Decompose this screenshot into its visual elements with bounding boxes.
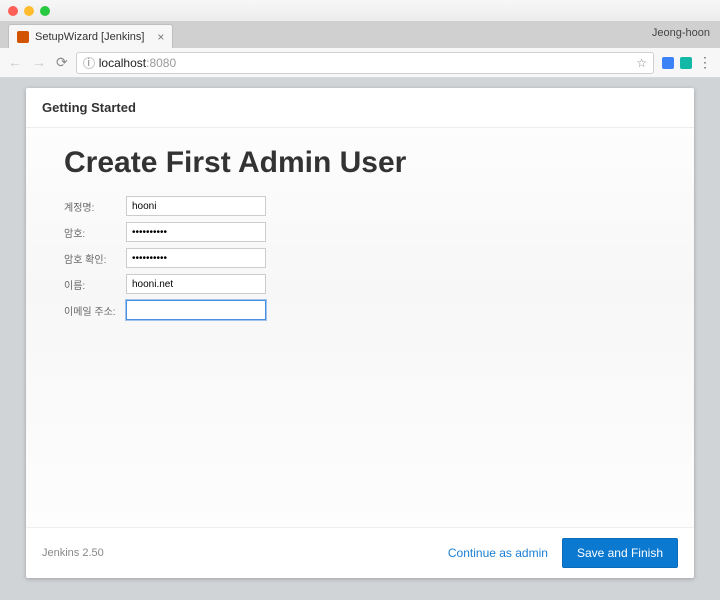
bookmark-icon[interactable]: ☆ — [636, 56, 647, 70]
jenkins-version: Jenkins 2.50 — [42, 547, 104, 559]
window-controls — [8, 6, 50, 16]
window-titlebar — [0, 0, 720, 22]
address-bar: ← → ⟳ i localhost:8080 ☆ ⋮ — [0, 48, 720, 78]
reload-button[interactable]: ⟳ — [56, 54, 68, 71]
email-label: 이메일 주소: — [64, 303, 122, 318]
confirm-password-label: 암호 확인: — [64, 251, 122, 266]
form-row-confirm: 암호 확인: — [64, 248, 656, 268]
password-input[interactable] — [126, 222, 266, 242]
modal-header: Getting Started — [26, 88, 694, 128]
browser-chrome: SetupWizard [Jenkins] × Jeong-hoon ← → ⟳… — [0, 0, 720, 78]
setup-wizard-modal: Getting Started Create First Admin User … — [26, 88, 694, 578]
page-title: Create First Admin User — [64, 146, 656, 180]
close-window-button[interactable] — [8, 6, 18, 16]
back-button[interactable]: ← — [8, 54, 22, 71]
minimize-window-button[interactable] — [24, 6, 34, 16]
site-info-icon[interactable]: i — [83, 57, 95, 69]
modal-footer: Jenkins 2.50 Continue as admin Save and … — [26, 527, 694, 578]
form-row-fullname: 이름: — [64, 274, 656, 294]
close-tab-icon[interactable]: × — [157, 30, 164, 44]
profile-name[interactable]: Jeong-hoon — [652, 27, 710, 43]
username-input[interactable] — [126, 196, 266, 216]
modal-body: Create First Admin User 계정명: 암호: 암호 확인: … — [26, 128, 694, 527]
url-port: :8080 — [146, 56, 176, 70]
continue-as-admin-link[interactable]: Continue as admin — [448, 546, 548, 560]
tab-title: SetupWizard [Jenkins] — [35, 31, 144, 43]
page-viewport: Getting Started Create First Admin User … — [0, 78, 720, 600]
tab-bar: SetupWizard [Jenkins] × Jeong-hoon — [0, 22, 720, 48]
footer-actions: Continue as admin Save and Finish — [448, 538, 678, 568]
username-label: 계정명: — [64, 199, 122, 214]
browser-menu-icon[interactable]: ⋮ — [698, 54, 712, 71]
form-row-email: 이메일 주소: — [64, 300, 656, 320]
extension-icons: ⋮ — [662, 54, 712, 71]
url-input[interactable]: i localhost:8080 ☆ — [76, 52, 654, 74]
form-row-username: 계정명: — [64, 196, 656, 216]
forward-button[interactable]: → — [32, 54, 46, 71]
url-host: localhost — [99, 56, 146, 70]
save-and-finish-button[interactable]: Save and Finish — [562, 538, 678, 568]
jenkins-favicon — [17, 31, 29, 43]
extension-icon-1[interactable] — [662, 57, 674, 69]
maximize-window-button[interactable] — [40, 6, 50, 16]
fullname-label: 이름: — [64, 277, 122, 292]
browser-tab[interactable]: SetupWizard [Jenkins] × — [8, 24, 173, 48]
form-row-password: 암호: — [64, 222, 656, 242]
password-label: 암호: — [64, 225, 122, 240]
email-input[interactable] — [126, 300, 266, 320]
fullname-input[interactable] — [126, 274, 266, 294]
extension-icon-2[interactable] — [680, 57, 692, 69]
nav-buttons: ← → ⟳ — [8, 54, 68, 71]
confirm-password-input[interactable] — [126, 248, 266, 268]
